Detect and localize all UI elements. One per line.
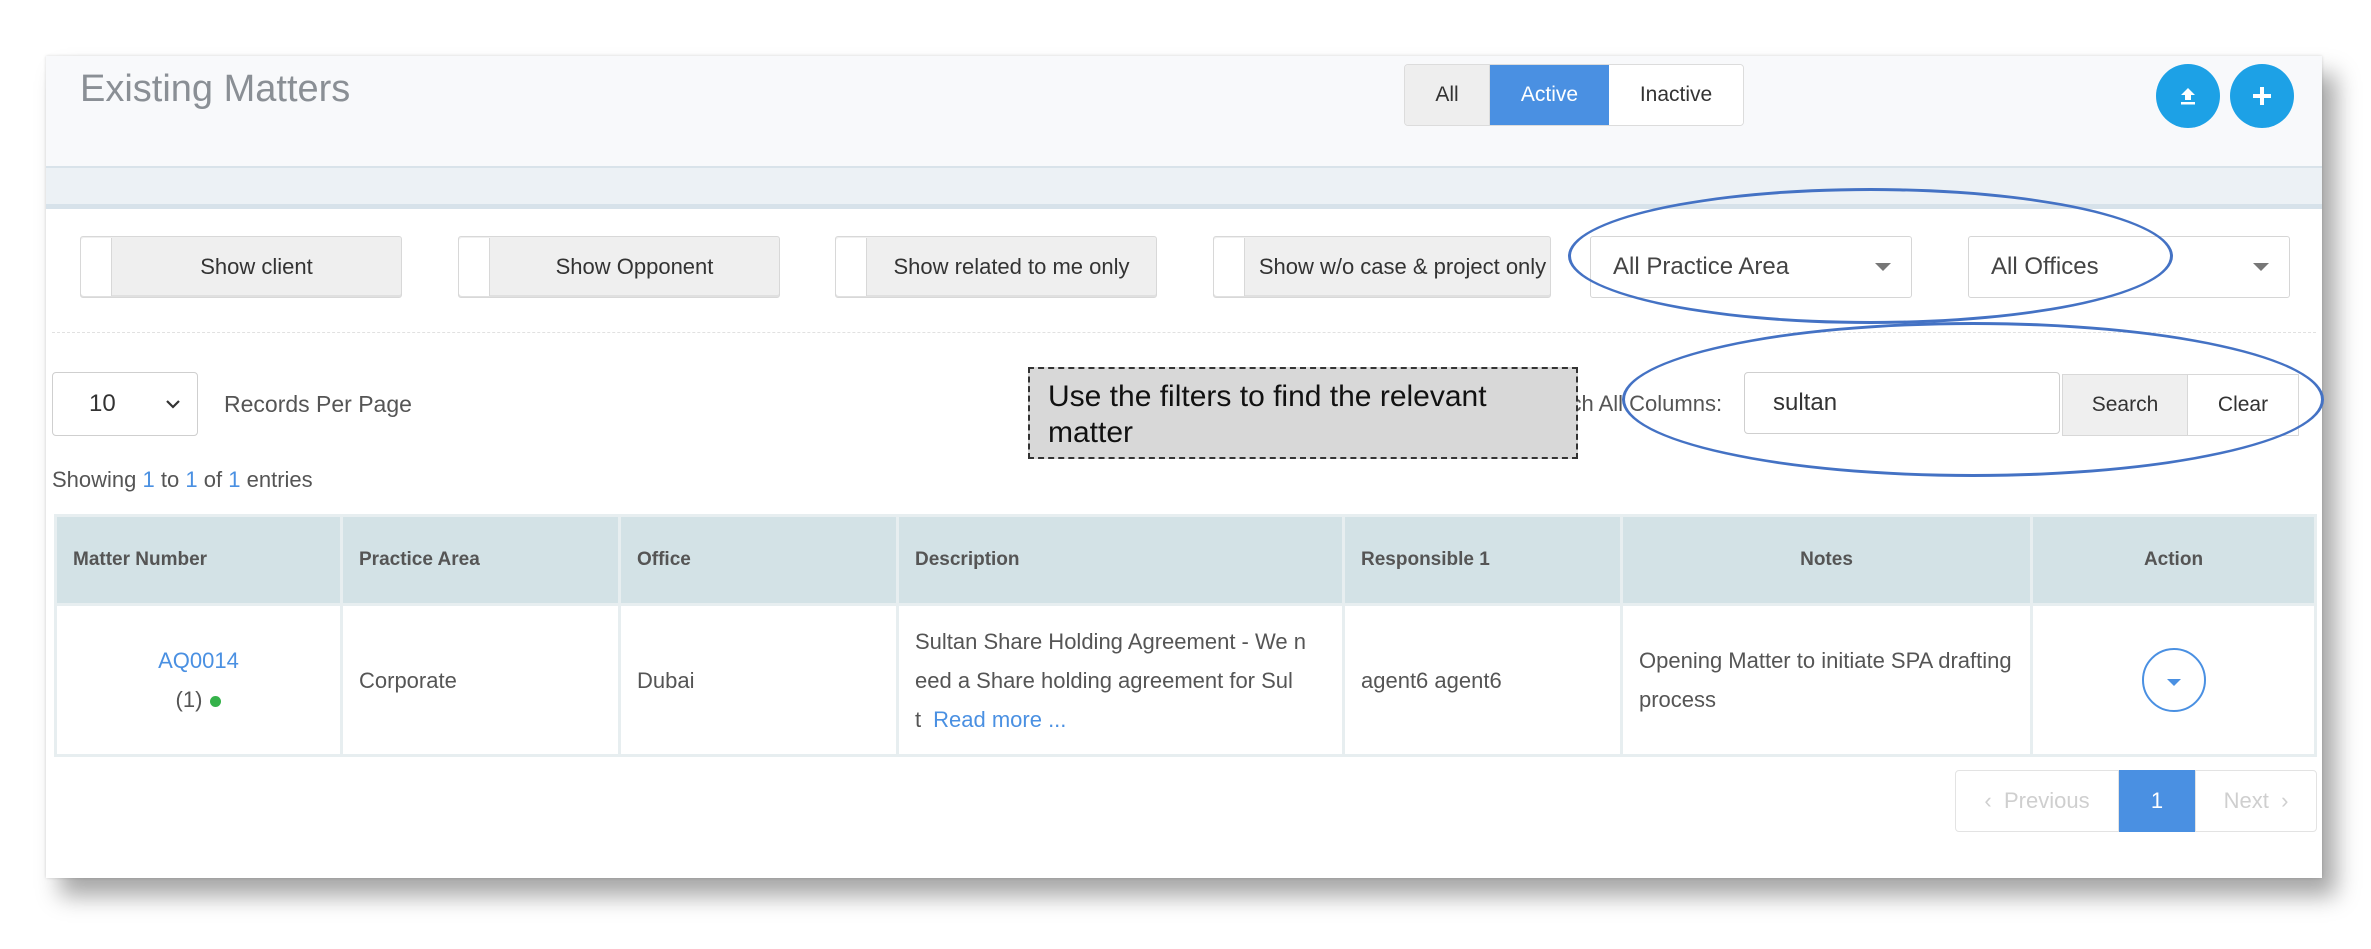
previous-label: Previous — [2003, 788, 2090, 813]
status-dot-icon — [210, 695, 222, 707]
tab-all[interactable]: All — [1405, 65, 1490, 125]
show-without-case-toggle[interactable]: Show w/o case & project only — [1213, 236, 1551, 298]
caret-down-icon — [2166, 678, 2181, 686]
search-input[interactable] — [1744, 372, 2060, 434]
showing-of-word: of — [203, 467, 223, 492]
table-row: AQ0014 (1) Corporate Dubai Sultan Share … — [54, 603, 2317, 757]
records-per-page-select[interactable]: 10 — [52, 372, 198, 436]
status-toggle-group: All Active Inactive — [1404, 64, 1744, 126]
previous-page-button[interactable]: ‹ Previous — [1955, 770, 2119, 832]
divider — [52, 332, 2316, 333]
annotation-callout: Use the filters to find the relevant mat… — [1028, 367, 1578, 459]
practice-area-select[interactable]: All Practice Area — [1590, 236, 1912, 298]
toggle-knob — [81, 238, 112, 296]
page-header: Existing Matters All Active Inactive — [46, 56, 2322, 168]
show-client-toggle[interactable]: Show client — [80, 236, 402, 298]
search-button[interactable]: Search — [2062, 374, 2188, 436]
col-notes[interactable]: Notes — [1620, 514, 2033, 606]
matters-table: Matter Number Practice Area Office Descr… — [54, 514, 2317, 757]
showing-suffix: entries — [246, 467, 313, 492]
page-1-button[interactable]: 1 — [2119, 770, 2195, 832]
toggle-knob — [1214, 238, 1245, 296]
read-more-link[interactable]: Read more ... — [933, 707, 1066, 732]
showing-to-word: to — [160, 467, 180, 492]
next-label: Next — [2223, 788, 2269, 813]
plus-icon — [2253, 87, 2271, 105]
show-without-case-label: Show w/o case & project only — [1258, 254, 1547, 279]
action-cell — [2030, 603, 2317, 757]
matter-count: (1) — [175, 687, 203, 712]
chevron-down-icon — [166, 400, 180, 409]
table-header-row: Matter Number Practice Area Office Descr… — [54, 514, 2317, 606]
col-description[interactable]: Description — [896, 514, 1345, 606]
col-matter-number[interactable]: Matter Number — [54, 514, 343, 606]
sub-header-bar — [46, 168, 2322, 209]
responsible-cell: agent6 agent6 — [1342, 603, 1623, 757]
showing-prefix: Showing — [52, 467, 137, 492]
page-title: Existing Matters — [80, 68, 351, 110]
show-client-label: Show client — [200, 254, 313, 279]
entries-info: Showing 1 to 1 of 1 entries — [52, 467, 313, 493]
toggle-knob — [459, 238, 490, 296]
tab-active[interactable]: Active — [1490, 65, 1609, 125]
show-related-toggle[interactable]: Show related to me only — [835, 236, 1157, 298]
next-page-button[interactable]: Next › — [2195, 770, 2317, 832]
offices-value: All Offices — [1991, 253, 2099, 280]
add-matter-button[interactable] — [2230, 64, 2294, 128]
matters-panel: Existing Matters All Active Inactive Sho… — [46, 56, 2322, 878]
show-related-label: Show related to me only — [893, 254, 1130, 279]
clear-button[interactable]: Clear — [2187, 374, 2299, 436]
row-action-button[interactable] — [2141, 648, 2206, 712]
showing-from: 1 — [142, 467, 155, 492]
caret-down-icon — [2253, 263, 2269, 271]
col-practice-area[interactable]: Practice Area — [340, 514, 621, 606]
tab-inactive[interactable]: Inactive — [1609, 65, 1743, 125]
upload-button[interactable] — [2156, 64, 2220, 128]
upload-icon — [2181, 88, 2195, 105]
records-per-page-label: Records Per Page — [224, 391, 412, 417]
pagination: ‹ Previous 1 Next › — [1955, 770, 2317, 832]
caret-down-icon — [1875, 263, 1891, 271]
toggle-knob — [836, 238, 867, 296]
col-office[interactable]: Office — [618, 514, 899, 606]
matter-number-cell: AQ0014 (1) — [54, 603, 343, 757]
col-responsible[interactable]: Responsible 1 — [1342, 514, 1623, 606]
practice-area-cell: Corporate — [340, 603, 621, 757]
offices-select[interactable]: All Offices — [1968, 236, 2290, 298]
matter-number-link[interactable]: AQ0014 — [158, 648, 239, 673]
show-opponent-toggle[interactable]: Show Opponent — [458, 236, 780, 298]
show-opponent-label: Show Opponent — [555, 254, 714, 279]
showing-total: 1 — [228, 467, 241, 492]
col-action: Action — [2030, 514, 2317, 606]
practice-area-value: All Practice Area — [1613, 253, 1790, 280]
notes-cell: Opening Matter to initiate SPA drafting … — [1620, 603, 2033, 757]
description-cell: Sultan Share Holding Agreement - We n ee… — [896, 603, 1345, 757]
records-per-page-value: 10 — [89, 390, 116, 417]
office-cell: Dubai — [618, 603, 899, 757]
showing-to: 1 — [185, 467, 198, 492]
